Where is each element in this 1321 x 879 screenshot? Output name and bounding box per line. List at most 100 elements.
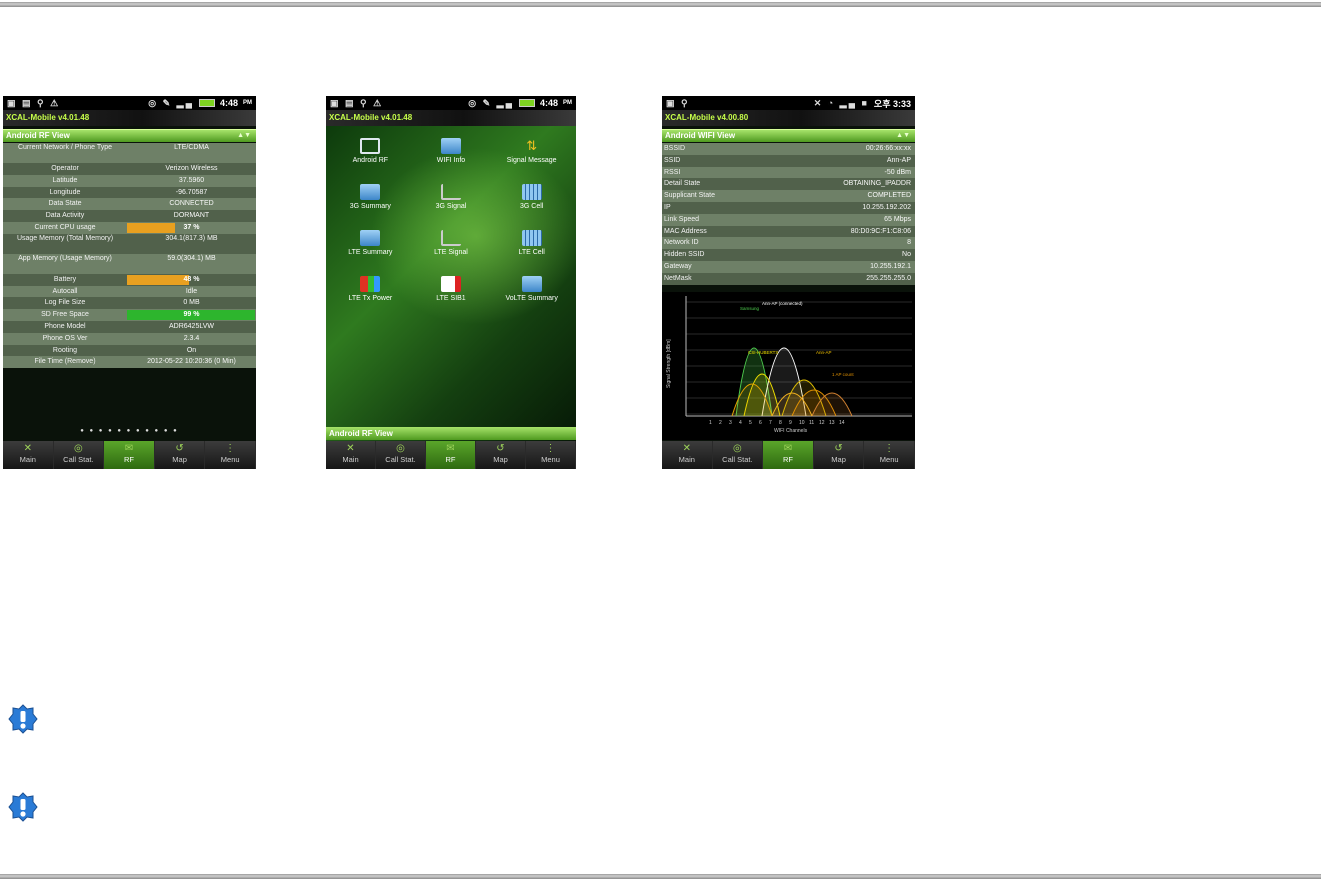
- row-value: No: [902, 251, 911, 259]
- channel-tick: 3: [729, 420, 732, 426]
- tab-main[interactable]: ✕ Main: [326, 441, 376, 469]
- channel-tick: 1: [709, 420, 712, 426]
- app-icon: [360, 276, 381, 292]
- bottom-rule: [0, 874, 1321, 879]
- tab-menu[interactable]: ⋮ Menu: [205, 441, 256, 469]
- table-row: Rooting On: [3, 344, 256, 357]
- tab-map[interactable]: ↺ Map: [155, 441, 206, 469]
- row-value: 2012-05-22 10:20:36 (0 Min): [147, 358, 236, 366]
- notification-icons: ▣ ⚲: [666, 97, 690, 108]
- app-icon: [360, 184, 381, 200]
- row-key: Phone OS Ver: [42, 334, 88, 342]
- view-selector[interactable]: Android RF View ▲▼: [3, 129, 256, 142]
- table-row: Phone OS Ver 2.3.4: [3, 332, 256, 345]
- tab-rf[interactable]: ✉ RF: [763, 441, 814, 469]
- label-samsung: Samsung: [740, 306, 760, 311]
- level-bar: [127, 222, 175, 233]
- status-bar: ▣ ▤ ⚲ ⚠ ◎ ✎ ▂▄ 4:48 PM: [326, 96, 576, 110]
- tab-label: Map: [493, 455, 508, 464]
- wifi-channel-chart: Signal Strength [dBm] Samsung Ann-AP (co…: [662, 292, 915, 440]
- app-launcher-item[interactable]: VoLTE Summary: [491, 276, 572, 302]
- app-label: LTE Summary: [348, 249, 393, 256]
- app-launcher-item[interactable]: LTE Cell: [491, 230, 572, 256]
- table-row: Longitude -96.70587: [3, 186, 256, 199]
- table-row: File Time (Remove) 2012-05-22 10:20:36 (0…: [3, 356, 256, 369]
- app-icon: [521, 230, 542, 246]
- tab-menu[interactable]: ⋮ Menu: [526, 441, 576, 469]
- app-label: LTE SIB1: [436, 295, 466, 302]
- notification-icons: ▣ ▤ ⚲ ⚠: [330, 97, 384, 108]
- app-launcher-item[interactable]: Android RF: [330, 138, 411, 164]
- table-row: Latitude 37.5960: [3, 174, 256, 187]
- level-bar-label: 37 %: [183, 223, 200, 231]
- row-key: Supplicant State: [664, 192, 715, 200]
- row-key: BSSID: [664, 145, 686, 152]
- tab-icon: ◎: [733, 443, 742, 454]
- row-key: NetMask: [664, 274, 692, 282]
- row-key: Battery: [53, 275, 77, 283]
- table-row: Hidden SSID No: [662, 249, 915, 261]
- table-row: Data Activity DORMANT: [3, 210, 256, 222]
- row-key: Rooting: [52, 346, 78, 354]
- app-launcher-item[interactable]: WIFI Info: [411, 138, 492, 164]
- tab-label: RF: [123, 455, 134, 464]
- tab-callstat[interactable]: ◎ Call Stat.: [713, 441, 764, 469]
- row-key: Operator: [51, 165, 79, 172]
- tab-map[interactable]: ↺ Map: [476, 441, 526, 469]
- app-title: XCAL-Mobile v4.00.80: [662, 110, 915, 126]
- clock-ampm: PM: [243, 100, 252, 106]
- row-value: 2.3.4: [183, 334, 200, 342]
- battery-icon: [198, 99, 215, 107]
- app-launcher-item[interactable]: 3G Summary: [330, 184, 411, 210]
- row-value: 80:D0:9C:F1:C8:06: [850, 227, 911, 235]
- row-key: Log File Size: [44, 299, 86, 307]
- tab-menu[interactable]: ⋮ Menu: [864, 441, 915, 469]
- tab-main[interactable]: ✕ Main: [662, 441, 713, 469]
- app-launcher-item[interactable]: LTE Summary: [330, 230, 411, 256]
- table-row: Data State CONNECTED: [3, 198, 256, 211]
- row-key: Gateway: [664, 262, 692, 270]
- tab-map[interactable]: ↺ Map: [814, 441, 865, 469]
- wifi-info-table: BSSID 00:26:66:xx:xx SSID Ann-AP RSSI -50 dBm…: [662, 143, 915, 285]
- tab-rf[interactable]: ✉ RF: [104, 441, 155, 469]
- x-axis-ticks: 1 2 3 4 5 6 7 8 9 10 11 12 13 14: [709, 420, 845, 426]
- channel-tick: 6: [759, 420, 762, 426]
- app-label: VoLTE Summary: [505, 295, 558, 302]
- app-label: 3G Summary: [349, 203, 391, 210]
- app-label: LTE Tx Power: [348, 295, 393, 302]
- app-label: 3G Cell: [519, 203, 544, 210]
- app-launcher-item[interactable]: 3G Signal: [411, 184, 492, 210]
- row-key: SD Free Space: [41, 311, 89, 319]
- app-launcher-item[interactable]: LTE Tx Power: [330, 276, 411, 302]
- tab-label: Menu: [879, 455, 899, 464]
- table-row: Usage Memory (Total Memory) 304.1(817.3) …: [3, 233, 256, 254]
- tab-label: Menu: [220, 455, 240, 464]
- table-row: App Memory (Usage Memory) 59.0(304.1) MB: [3, 253, 256, 274]
- view-selector[interactable]: Android WIFI View ▲▼: [662, 129, 915, 142]
- app-icon: [440, 230, 461, 246]
- channel-tick: 4: [739, 420, 742, 426]
- tab-callstat[interactable]: ◎ Call Stat.: [376, 441, 426, 469]
- bottom-tab-bar: ✕ Main ◎ Call Stat. ✉ RF ↺ Map ⋮ Menu: [3, 441, 256, 469]
- tab-icon: ✕: [23, 443, 32, 454]
- tab-label: RF: [782, 455, 793, 464]
- rf-info-table: Current Network / Phone Type LTE/CDMA Oper…: [3, 143, 256, 369]
- table-row: Log File Size 0 MB: [3, 297, 256, 310]
- tab-main[interactable]: ✕ Main: [3, 441, 54, 469]
- current-view-bar[interactable]: Android RF View: [326, 427, 576, 440]
- app-launcher-item[interactable]: LTE Signal: [411, 230, 492, 256]
- app-icon: [440, 276, 461, 292]
- table-row: Detail State OBTAINING_IPADDR: [662, 178, 915, 191]
- app-launcher-item[interactable]: LTE SIB1: [411, 276, 492, 302]
- app-icon: [440, 184, 461, 200]
- tab-callstat[interactable]: ◎ Call Stat.: [54, 441, 105, 469]
- app-launcher-item[interactable]: ⇅ Signal Message: [491, 138, 572, 164]
- row-value: 304.1(817.3) MB: [165, 234, 218, 242]
- tab-icon: ⋮: [225, 443, 236, 454]
- tab-rf[interactable]: ✉ RF: [426, 441, 476, 469]
- row-key: Autocall: [52, 287, 78, 295]
- app-launcher-item[interactable]: 3G Cell: [491, 184, 572, 210]
- status-bar: ▣ ▤ ⚲ ⚠ ◎ ✎ ▂▄ 4:48 PM: [3, 96, 256, 110]
- clock: 4:48: [219, 98, 238, 108]
- row-key: Latitude: [52, 176, 78, 184]
